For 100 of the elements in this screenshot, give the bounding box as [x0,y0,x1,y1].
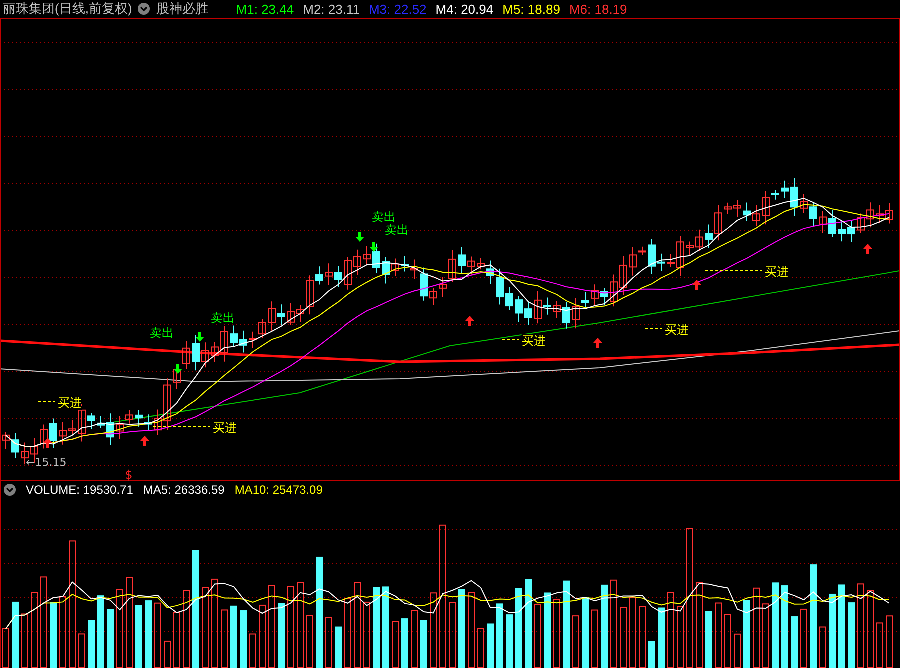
candlestick [468,256,476,276]
candlestick [126,410,134,424]
candlestick [268,301,276,332]
candlestick [572,298,580,330]
candlestick [562,301,570,330]
candlestick [401,256,409,272]
indicator-value: M3: 22.52 [368,2,427,16]
indicator-name[interactable]: 股神必胜 [156,0,208,18]
candlestick [144,414,152,432]
candlestick [230,325,238,348]
candlestick [591,284,599,306]
candlestick [448,250,456,283]
dashed-line [644,328,662,330]
candlestick [154,409,162,436]
candlestick [734,200,742,218]
candlestick [800,194,808,214]
candlestick [240,330,248,354]
candlestick [363,245,371,266]
candlestick [506,286,514,311]
candlestick [334,266,342,288]
candlestick [714,204,722,242]
indicator-value: M5: 18.89 [502,2,560,16]
candlestick [182,340,190,370]
candlestick [705,224,713,249]
candlestick [857,213,865,234]
candlestick [724,202,732,215]
candlestick [88,412,96,430]
candlestick [553,300,561,318]
candlestick [116,416,124,440]
candlestick [629,246,637,276]
up-arrow-icon [864,244,872,254]
buy-signal-label: 买进 [665,323,689,337]
candlestick [59,422,67,446]
candlestick [838,220,846,242]
dashed-line [704,270,762,272]
buy-signal-label: 买进 [765,265,789,279]
candlestick [50,418,58,449]
candlestick [192,334,200,372]
candlestick [810,202,818,227]
buy-signal-label: 买进 [522,334,546,348]
candlestick [287,303,295,326]
candlestick [762,190,770,226]
dropdown-icon[interactable] [138,3,150,15]
candlestick [676,235,684,277]
sell-signal-label: 卖出 [385,223,409,237]
up-arrow-icon [466,316,474,326]
indicator-value: M6: 18.19 [569,2,628,16]
candlestick [886,202,894,224]
candlestick [477,257,485,270]
down-arrow-icon [174,364,182,374]
low-price-label: ←15.15 [26,456,67,469]
candlestick [410,259,418,280]
candlestick [439,276,447,298]
candlestick [658,253,666,272]
down-arrow-icon [196,332,204,342]
up-arrow-icon [140,436,150,446]
candlestick [486,260,494,285]
candlestick [458,246,466,274]
candlestick [316,266,324,286]
candlestick [496,268,504,306]
candlestick [354,249,362,276]
signal-marker: $ [125,468,133,481]
volume-value: MA5: 26336.59 [143,482,225,496]
candlestick [325,263,333,286]
sell-signal-label: 卖出 [211,311,235,325]
candlestick [686,241,694,256]
candlestick [420,267,428,302]
candlestick [220,326,228,362]
candlestick [667,253,675,268]
candlestick [743,202,751,222]
candlestick [848,221,856,243]
candlestick [12,432,20,458]
candlestick [278,304,286,326]
volume-value: VOLUME: 19530.71 [26,482,134,496]
candlestick [202,342,210,368]
candlestick [610,274,618,308]
candlestick [97,416,105,429]
candlestick [819,210,827,234]
candlestick [344,256,352,290]
dashed-line [152,426,210,428]
candlestick [68,420,76,436]
candlestick [828,210,836,238]
candlestick [515,296,523,322]
buy-signal-label: 买进 [58,396,82,410]
candlestick [752,204,760,228]
up-arrow-icon [594,338,602,348]
dropdown-icon[interactable] [4,484,16,496]
candlestick [164,378,172,430]
candlestick [876,204,884,224]
candlestick [866,202,874,228]
chart-title: 丽珠集团(日线,前复权) [3,0,132,18]
candlestick [582,292,590,309]
up-arrow-icon [692,280,702,290]
indicator-value: M1: 23.44 [236,2,294,16]
candlestick [781,180,789,198]
candlestick [648,238,656,275]
candlestick [600,288,608,306]
indicator-value: M2: 23.11 [303,2,360,16]
candlestick [524,301,532,326]
candlestick [106,413,114,446]
